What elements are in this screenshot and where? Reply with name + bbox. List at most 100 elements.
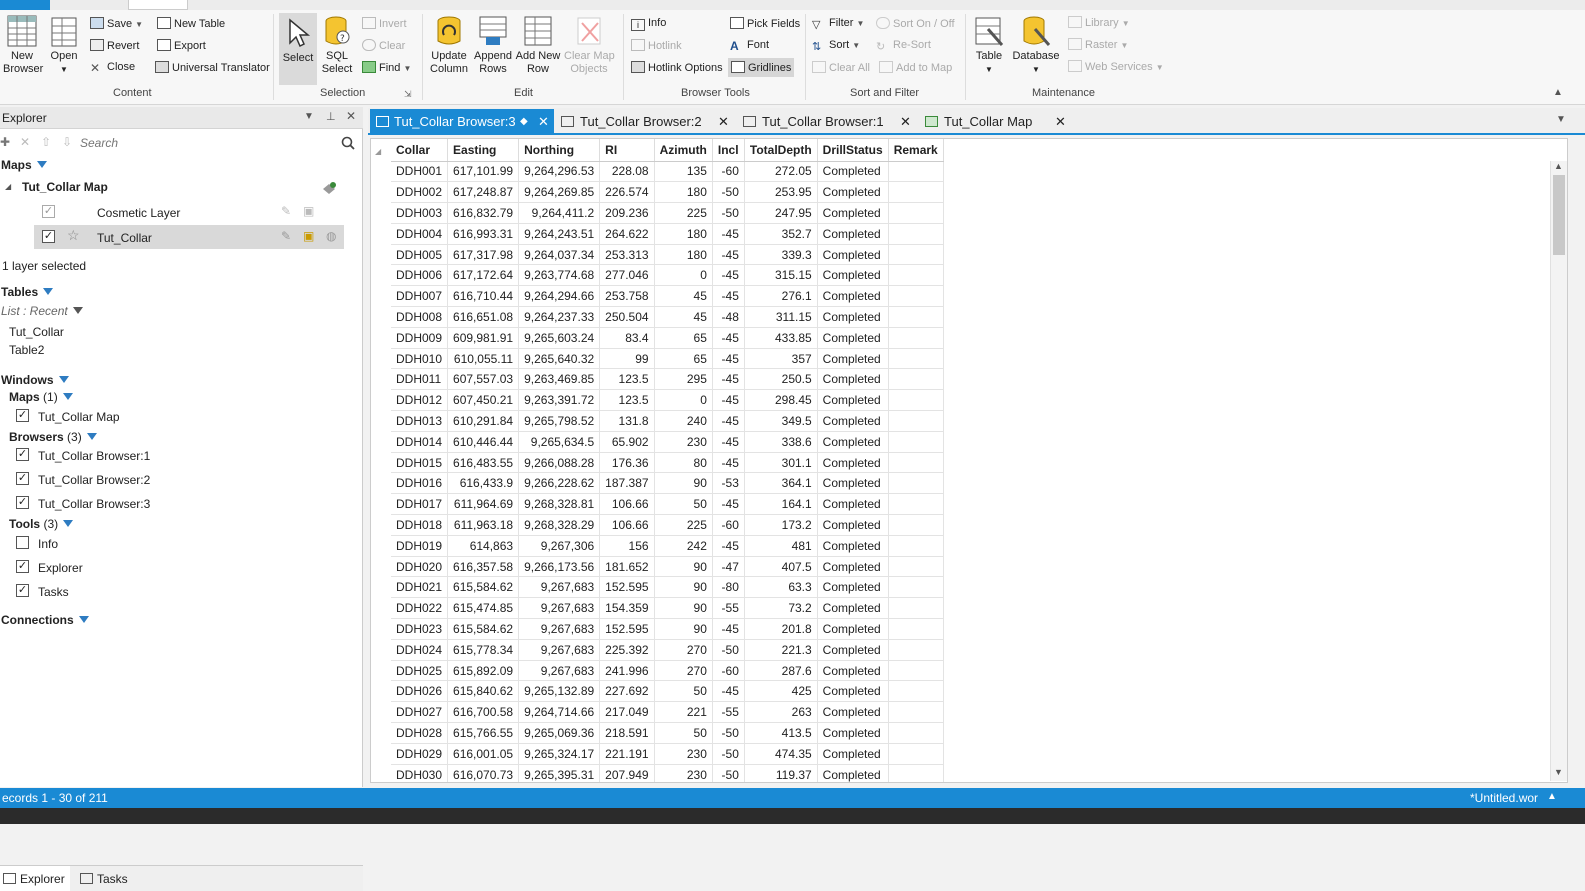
table-cell[interactable]: 247.95 [744,202,818,224]
table-cell[interactable]: -60 [712,514,745,536]
table-cell[interactable]: 73.2 [744,597,818,620]
table-cell[interactable]: 339.3 [744,244,818,266]
table-cell[interactable]: 90 [654,576,713,599]
filter-button[interactable]: ▽ Filter ▼ [812,17,864,31]
table-cell[interactable]: DDH013 [391,410,449,432]
table-cell[interactable]: Completed [817,410,889,432]
table-cell[interactable]: -55 [712,701,745,724]
table-cell[interactable]: 9,267,683 [518,618,601,640]
close-panel-icon[interactable]: ✕ [346,109,356,123]
table-cell[interactable]: 106.66 [599,493,655,516]
table-cell[interactable]: DDH020 [391,556,449,578]
table-cell[interactable]: 50 [654,493,713,516]
table-cell[interactable]: Completed [817,493,889,516]
table-row[interactable]: DDH022 615,474.85 9,267,683 154.359 90 -55 73.… [391,597,944,620]
scroll-up-icon[interactable]: ▲ [1554,161,1563,171]
table-row[interactable]: DDH018 611,963.18 9,268,328.29 106.66 225 -60… [391,514,944,536]
table-row[interactable]: DDH001 617,101.99 9,264,296.53 228.08 135 -60… [391,161,944,183]
table-cell[interactable]: 230 [654,743,713,765]
table-row[interactable]: DDH021 615,584.62 9,267,683 152.595 90 -80 63.… [391,576,944,599]
doc-tab-browser-2[interactable]: Tut_Collar Browser:2 ✕ [558,109,730,134]
table-cell[interactable]: 425 [744,680,818,703]
close-table-button[interactable]: ✕ Close [90,61,135,74]
table-cell[interactable] [888,327,944,349]
workspace-name[interactable]: *Untitled.wor [1470,791,1538,805]
window-item[interactable]: Tut_Collar Browser:3 [38,497,150,511]
table-cell[interactable]: DDH015 [391,452,449,474]
table-cell[interactable]: 615,892.09 [447,660,520,682]
move-up-icon[interactable]: ⇧ [41,135,51,149]
table-cell[interactable]: -45 [712,223,745,245]
table-cell[interactable]: 9,266,173.56 [518,556,601,578]
table-cell[interactable]: 227.692 [599,680,655,703]
table-cell[interactable]: -45 [712,285,745,308]
table-cell[interactable]: 9,265,640.32 [518,348,601,370]
table-cell[interactable]: Completed [817,368,889,391]
column-header[interactable]: TotalDepth [744,139,818,162]
tool-checkbox[interactable] [16,536,29,549]
table-cell[interactable]: 218.591 [599,722,655,744]
table-cell[interactable]: 240 [654,410,713,432]
tables-section-header[interactable]: Tables [1,285,54,299]
table-cell[interactable]: Completed [817,743,889,765]
table-cell[interactable] [888,472,944,495]
table-cell[interactable]: DDH025 [391,660,449,682]
table-row[interactable]: DDH016 616,433.9 9,266,228.62 187.387 90 -53 3… [391,472,944,495]
table-cell[interactable]: 9,264,714.66 [518,701,601,724]
window-item[interactable]: Tut_Collar Browser:1 [38,449,150,463]
table-cell[interactable]: 9,265,395.31 [518,764,601,782]
table-cell[interactable]: DDH008 [391,306,449,328]
table-cell[interactable]: DDH027 [391,701,449,724]
table-cell[interactable]: Completed [817,764,889,782]
table-cell[interactable]: 616,070.73 [447,764,520,782]
table-cell[interactable]: 9,267,683 [518,597,601,620]
pick-fields-button[interactable]: Pick Fields [730,17,800,30]
find-button[interactable]: Find ▼ [362,61,411,74]
collapse-map-icon[interactable]: ◢ [5,182,11,191]
table-cell[interactable]: 50 [654,680,713,703]
table-row[interactable]: DDH013 610,291.84 9,265,798.52 131.8 240 -45 3… [391,410,944,432]
tab-pro[interactable] [0,0,50,10]
table-row[interactable]: DDH006 617,172.64 9,263,774.68 277.046 0 -45 3… [391,264,944,287]
window-checkbox[interactable]: ✓ [16,472,29,485]
selected-layer-row[interactable] [34,225,344,249]
table-cell[interactable]: 481 [744,535,818,557]
table-cell[interactable]: DDH012 [391,389,449,412]
table-cell[interactable]: -50 [712,639,745,661]
table-cell[interactable]: 99 [599,348,655,370]
column-header[interactable]: RI [599,139,655,162]
table-cell[interactable]: 253.313 [599,244,655,266]
re-sort-button[interactable]: ↻ Re-Sort [876,39,931,53]
table-cell[interactable]: 9,264,296.53 [518,161,601,183]
table-cell[interactable] [888,389,944,412]
table-cell[interactable] [888,493,944,516]
list-recent-dropdown[interactable]: List : Recent [1,304,83,318]
table-cell[interactable]: -50 [712,722,745,744]
table-item[interactable]: Tut_Collar [9,325,64,339]
vertical-scrollbar[interactable]: ▲ ▼ [1550,161,1567,781]
table-cell[interactable]: 221.191 [599,743,655,765]
table-cell[interactable]: 173.2 [744,514,818,536]
table-cell[interactable]: 45 [654,306,713,328]
table-cell[interactable]: Completed [817,576,889,599]
new-browser-button[interactable]: New Browser [3,15,43,76]
table-cell[interactable]: Completed [817,701,889,724]
map-name[interactable]: Tut_Collar Map [22,180,108,194]
table-cell[interactable]: -55 [712,597,745,620]
tut-collar-layer-name[interactable]: Tut_Collar [97,231,152,245]
tool-item[interactable]: Tasks [38,585,69,599]
table-cell[interactable]: -45 [712,410,745,432]
close-tab-icon[interactable]: ✕ [900,109,911,134]
table-cell[interactable]: DDH014 [391,431,449,453]
table-cell[interactable]: 152.595 [599,618,655,640]
select-all-corner-icon[interactable]: ◢ [375,147,381,156]
table-row[interactable]: DDH015 616,483.55 9,266,088.28 176.36 80 -45 3… [391,452,944,474]
table-cell[interactable]: 9,267,683 [518,576,601,599]
window-item[interactable]: Tut_Collar Browser:2 [38,473,150,487]
table-cell[interactable]: 63.3 [744,576,818,599]
table-cell[interactable]: DDH024 [391,639,449,661]
database-button[interactable]: Database ▼ [1012,15,1060,76]
table-cell[interactable]: 226.574 [599,181,655,204]
window-checkbox[interactable]: ✓ [16,409,29,422]
table-cell[interactable]: 287.6 [744,660,818,682]
